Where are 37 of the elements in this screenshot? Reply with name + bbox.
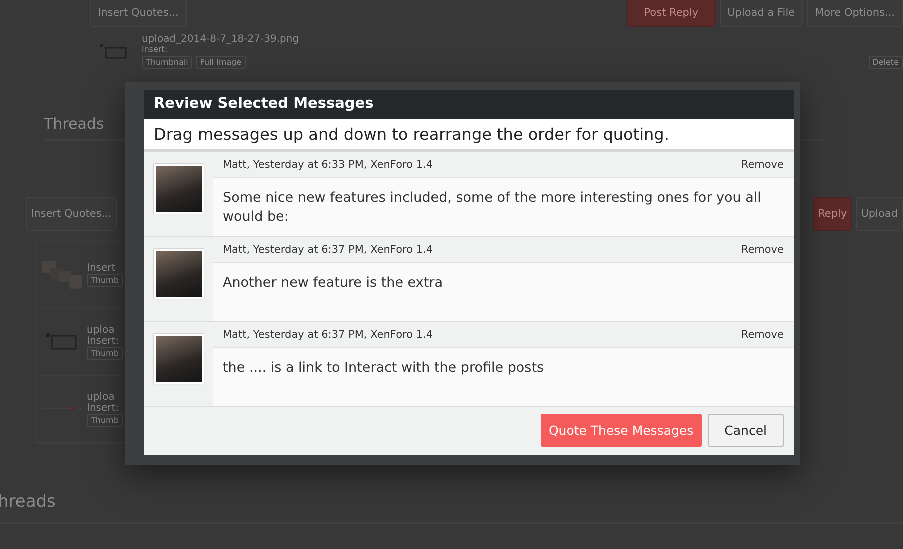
delete-button[interactable]: Delete	[868, 56, 903, 69]
insert-option-button[interactable]: Thumb	[87, 274, 123, 287]
insert-label: Insert:	[142, 45, 169, 54]
dialog-instruction: Drag messages up and down to rearrange the order for quoting.	[144, 119, 794, 152]
quote-button[interactable]: Quote These Messages	[540, 414, 702, 447]
message-text: Another new feature is the extra	[222, 274, 444, 293]
toolbar-button[interactable]: Reply	[813, 197, 852, 231]
remove-link[interactable]: Remove	[741, 244, 784, 256]
insert-quotes-button[interactable]: Insert Quotes...	[90, 0, 187, 27]
insert-label: Insert:	[87, 402, 120, 414]
remove-link[interactable]: Remove	[741, 328, 784, 340]
message-meta: Matt, Yesterday at 6:37 PM, XenForo 1.4	[223, 328, 434, 340]
message-text: the .... is a link to Interact with the profile posts	[222, 359, 546, 378]
toolbar-button[interactable]: Upload	[856, 197, 903, 231]
toolbar-button[interactable]: Upload a File	[720, 0, 804, 27]
message-text: Some nice new features included, some of the more interesting ones for you all would be:	[222, 189, 762, 227]
toolbar-button[interactable]: More Options...	[807, 0, 903, 27]
insert-label: Insert	[87, 263, 116, 274]
dialog-title: Review Selected Messages	[144, 90, 794, 119]
remove-link[interactable]: Remove	[741, 158, 784, 170]
avatar-photo-placeholder	[154, 249, 204, 299]
insert-option-button[interactable]: Thumb	[87, 346, 123, 360]
insert-option-button[interactable]: Thumbnail	[142, 56, 192, 69]
insert-label: Insert:	[87, 336, 120, 346]
attachment-filename: uploa	[87, 392, 115, 402]
attachment-filename: uploa	[87, 324, 115, 336]
avatar-photo-placeholder	[154, 164, 204, 214]
attachment-filename: upload_2014-8-7_18-27-39.png	[142, 34, 300, 45]
cancel-button[interactable]: Cancel	[708, 414, 784, 447]
avatar-photo-placeholder	[154, 334, 204, 384]
section-heading: Threads	[44, 115, 104, 133]
insert-quotes-button[interactable]: Insert Quotes...	[26, 197, 117, 231]
insert-option-button[interactable]: Full Image	[196, 56, 246, 69]
toolbar-button[interactable]: Post Reply	[627, 0, 716, 27]
message-meta: Matt, Yesterday at 6:37 PM, XenForo 1.4	[223, 244, 434, 256]
insert-option-button[interactable]: Thumb	[87, 414, 123, 426]
message-meta: Matt, Yesterday at 6:33 PM, XenForo 1.4	[223, 158, 434, 170]
